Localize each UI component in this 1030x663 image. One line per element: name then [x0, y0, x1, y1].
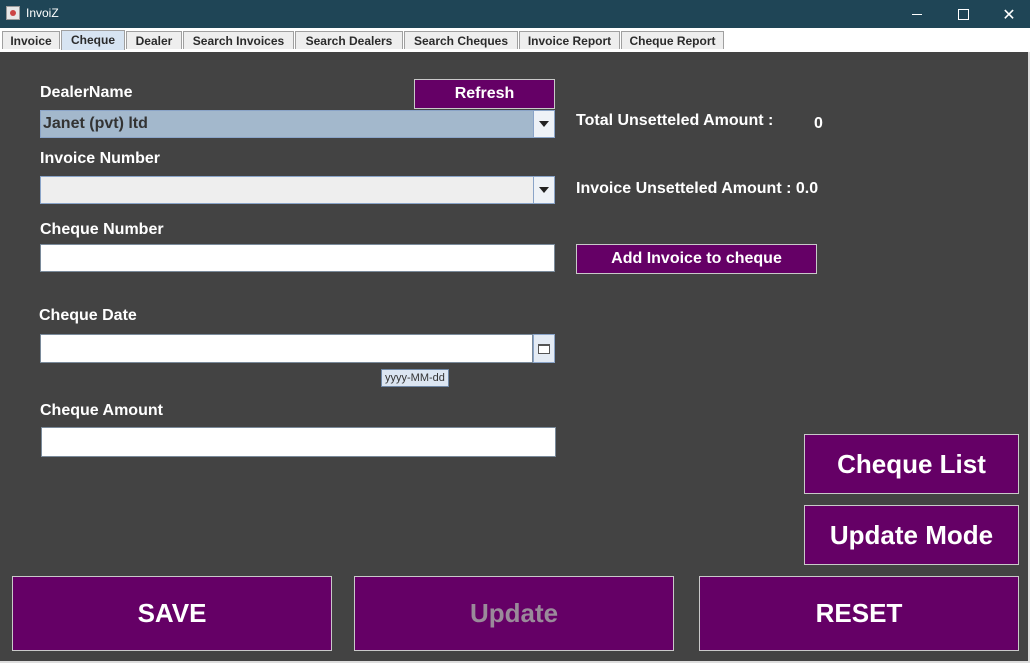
- dealer-name-combo[interactable]: Janet (pvt) ltd: [40, 110, 555, 138]
- title-bar: InvoiZ ✕: [0, 0, 1030, 28]
- tab-cheque[interactable]: Cheque: [61, 30, 125, 50]
- reset-button[interactable]: RESET: [699, 576, 1019, 651]
- cheque-date-label: Cheque Date: [39, 307, 137, 324]
- close-icon: ✕: [1002, 4, 1016, 24]
- invoice-dropdown-arrow[interactable]: [533, 177, 554, 203]
- cheque-amount-label: Cheque Amount: [40, 402, 163, 419]
- tab-invoice[interactable]: Invoice: [2, 31, 60, 49]
- calendar-icon: [538, 343, 550, 354]
- add-invoice-to-cheque-button[interactable]: Add Invoice to cheque: [576, 244, 817, 274]
- date-picker-button[interactable]: [533, 334, 555, 363]
- dealer-name-value: Janet (pvt) ltd: [43, 115, 148, 132]
- tab-search-cheques[interactable]: Search Cheques: [404, 31, 518, 49]
- total-unsettled-value: 0: [814, 115, 823, 132]
- dealer-dropdown-arrow[interactable]: [533, 111, 554, 137]
- date-format-tooltip: yyyy-MM-dd: [381, 369, 449, 387]
- tab-cheque-report[interactable]: Cheque Report: [621, 31, 724, 49]
- cheque-amount-input[interactable]: [41, 427, 556, 457]
- total-unsettled-label: Total Unsetteled Amount :: [576, 112, 774, 129]
- dealer-name-label: DealerName: [40, 84, 133, 101]
- window-title: InvoiZ: [26, 6, 59, 20]
- invoice-unsettled-label: Invoice Unsetteled Amount : 0.0: [576, 180, 819, 197]
- minimize-icon: [912, 13, 922, 15]
- tab-search-dealers[interactable]: Search Dealers: [295, 31, 403, 49]
- chevron-down-icon: [539, 187, 549, 193]
- minimize-button[interactable]: [894, 0, 940, 28]
- tab-dealer[interactable]: Dealer: [126, 31, 182, 49]
- invoice-number-combo[interactable]: [40, 176, 555, 204]
- close-button[interactable]: ✕: [986, 0, 1030, 28]
- save-button[interactable]: SAVE: [12, 576, 332, 651]
- tab-invoice-report[interactable]: Invoice Report: [519, 31, 620, 49]
- app-icon: [6, 6, 20, 20]
- update-button[interactable]: Update: [354, 576, 674, 651]
- tab-search-invoices[interactable]: Search Invoices: [183, 31, 294, 49]
- maximize-button[interactable]: [940, 0, 986, 28]
- chevron-down-icon: [539, 121, 549, 127]
- cheque-list-button[interactable]: Cheque List: [804, 434, 1019, 494]
- cheque-date-input[interactable]: [40, 334, 533, 363]
- cheque-number-input[interactable]: [40, 244, 555, 272]
- tab-strip: Invoice Cheque Dealer Search Invoices Se…: [0, 28, 1030, 52]
- maximize-icon: [957, 8, 969, 20]
- cheque-panel: DealerName Refresh Janet (pvt) ltd Total…: [0, 52, 1030, 663]
- cheque-number-label: Cheque Number: [40, 221, 164, 238]
- invoice-number-label: Invoice Number: [40, 150, 161, 167]
- update-mode-button[interactable]: Update Mode: [804, 505, 1019, 565]
- refresh-button[interactable]: Refresh: [414, 79, 555, 109]
